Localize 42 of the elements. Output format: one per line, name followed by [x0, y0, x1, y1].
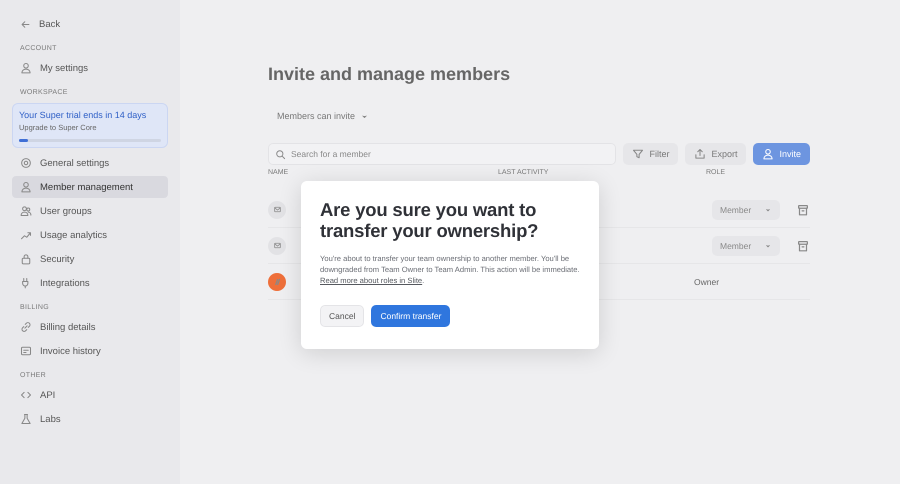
code-icon	[20, 389, 32, 401]
confirm-button[interactable]: Confirm transfer	[371, 305, 450, 327]
settings-icon	[20, 157, 32, 169]
sidebar-item[interactable]: Integrations	[12, 272, 168, 294]
role-text: Owner	[693, 276, 720, 286]
trash-icon	[796, 238, 810, 252]
arrow-icon	[20, 19, 31, 30]
trash-icon	[796, 202, 810, 216]
sidebar-item[interactable]: Billing details	[12, 316, 168, 338]
slash-icon	[272, 276, 282, 286]
person-icon	[20, 181, 32, 193]
filter-icon	[632, 148, 644, 160]
person-icon	[762, 148, 774, 160]
back-link[interactable]: Back	[12, 14, 168, 35]
envelope-icon	[272, 205, 282, 214]
trial-title: Your Super trial ends in 14 days	[19, 110, 148, 120]
lock-icon	[20, 253, 32, 265]
sidebar-item[interactable]: General settings	[12, 152, 168, 174]
filter-button[interactable]: Filter	[623, 143, 678, 165]
sidebar-item[interactable]: Usage analytics	[12, 224, 168, 246]
sidebar-item[interactable]: My settings	[12, 57, 168, 79]
envelope-icon	[272, 241, 282, 250]
dialog-title: Are you sure you want to transfer your ownership?	[320, 199, 540, 241]
trend-icon	[20, 229, 32, 241]
search-field[interactable]: Search for a member	[268, 143, 616, 165]
group-icon	[20, 205, 32, 217]
sidebar-item[interactable]: Invoice history	[12, 340, 168, 362]
sidebar-item[interactable]: Security	[12, 248, 168, 270]
search-icon	[275, 149, 286, 160]
page-title: Invite and manage members	[268, 64, 512, 85]
sidebar-item[interactable]: User groups	[12, 200, 168, 222]
sidebar-item[interactable]: Labs	[12, 408, 168, 430]
sidebar-item[interactable]: Member management	[12, 176, 168, 198]
person-icon	[20, 62, 32, 74]
invite-setting-dropdown[interactable]: Members can invite	[268, 105, 810, 127]
upload-icon	[694, 148, 706, 160]
export-button[interactable]: Export	[685, 143, 746, 165]
cancel-button[interactable]: Cancel	[320, 305, 364, 327]
link-icon	[20, 321, 32, 333]
receipt-icon	[20, 345, 32, 357]
flask-icon	[20, 413, 32, 425]
sidebar-item[interactable]: API	[12, 384, 168, 406]
